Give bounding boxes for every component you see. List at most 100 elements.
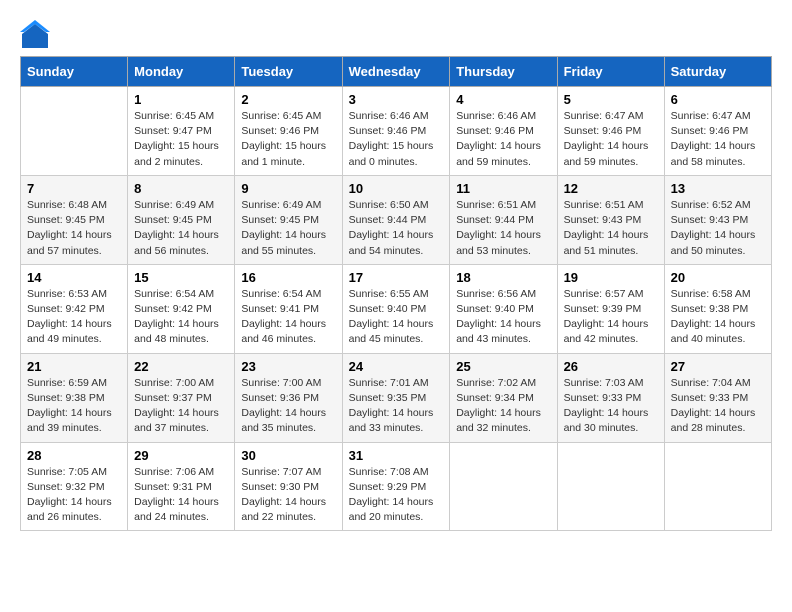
day-info: Sunrise: 6:55 AM Sunset: 9:40 PM Dayligh… [349, 287, 444, 348]
calendar-cell: 11 Sunrise: 6:51 AM Sunset: 9:44 PM Dayli… [450, 175, 557, 264]
calendar-table: SundayMondayTuesdayWednesdayThursdayFrid… [20, 56, 772, 531]
weekday-header-tuesday: Tuesday [235, 57, 342, 87]
calendar-cell: 30Sunrise: 7:07 AM Sunset: 9:30 PM Dayli… [235, 442, 342, 531]
calendar-cell: 3Sunrise: 6:46 AM Sunset: 9:46 PM Daylig… [342, 87, 450, 176]
calendar-cell: 24 Sunrise: 7:01 AM Sunset: 9:35 PM Dayli… [342, 353, 450, 442]
day-info: Sunrise: 7:00 AM Sunset: 9:36 PM Dayligh… [241, 376, 335, 437]
day-number: 1 [134, 92, 228, 107]
day-info: Sunrise: 6:52 AM Sunset: 9:43 PM Dayligh… [671, 198, 765, 259]
calendar-cell: 18Sunrise: 6:56 AM Sunset: 9:40 PM Dayli… [450, 264, 557, 353]
day-number: 31 [349, 448, 444, 463]
calendar-cell: 26 Sunrise: 7:03 AM Sunset: 9:33 PM Dayli… [557, 353, 664, 442]
day-number: 20 [671, 270, 765, 285]
day-number: 29 [134, 448, 228, 463]
day-number: 5 [564, 92, 658, 107]
calendar-cell [450, 442, 557, 531]
day-info: Sunrise: 7:05 AM Sunset: 9:32 PM Dayligh… [27, 465, 121, 526]
day-number: 30 [241, 448, 335, 463]
day-info: Sunrise: 6:58 AM Sunset: 9:38 PM Dayligh… [671, 287, 765, 348]
logo-icon [20, 20, 50, 50]
calendar-cell: 17 Sunrise: 6:55 AM Sunset: 9:40 PM Dayli… [342, 264, 450, 353]
day-info: Sunrise: 6:51 AM Sunset: 9:43 PM Dayligh… [564, 198, 658, 259]
calendar-cell: 6Sunrise: 6:47 AM Sunset: 9:46 PM Daylig… [664, 87, 771, 176]
calendar-cell: 27 Sunrise: 7:04 AM Sunset: 9:33 PM Dayli… [664, 353, 771, 442]
calendar-cell: 19 Sunrise: 6:57 AM Sunset: 9:39 PM Dayli… [557, 264, 664, 353]
day-number: 28 [27, 448, 121, 463]
day-info: Sunrise: 7:08 AM Sunset: 9:29 PM Dayligh… [349, 465, 444, 526]
week-row-1: 1 Sunrise: 6:45 AM Sunset: 9:47 PM Daylig… [21, 87, 772, 176]
calendar-cell: 23 Sunrise: 7:00 AM Sunset: 9:36 PM Dayli… [235, 353, 342, 442]
weekday-header-saturday: Saturday [664, 57, 771, 87]
day-number: 8 [134, 181, 228, 196]
day-number: 25 [456, 359, 550, 374]
calendar-cell: 16 Sunrise: 6:54 AM Sunset: 9:41 PM Dayli… [235, 264, 342, 353]
day-number: 12 [564, 181, 658, 196]
day-info: Sunrise: 6:49 AM Sunset: 9:45 PM Dayligh… [241, 198, 335, 259]
day-number: 21 [27, 359, 121, 374]
day-info: Sunrise: 6:46 AM Sunset: 9:46 PM Dayligh… [456, 109, 550, 170]
day-number: 2 [241, 92, 335, 107]
day-number: 9 [241, 181, 335, 196]
day-info: Sunrise: 6:54 AM Sunset: 9:42 PM Dayligh… [134, 287, 228, 348]
week-row-2: 7 Sunrise: 6:48 AM Sunset: 9:45 PM Daylig… [21, 175, 772, 264]
day-info: Sunrise: 7:01 AM Sunset: 9:35 PM Dayligh… [349, 376, 444, 437]
day-number: 15 [134, 270, 228, 285]
calendar-cell: 22Sunrise: 7:00 AM Sunset: 9:37 PM Dayli… [128, 353, 235, 442]
day-number: 7 [27, 181, 121, 196]
day-info: Sunrise: 6:54 AM Sunset: 9:41 PM Dayligh… [241, 287, 335, 348]
day-number: 13 [671, 181, 765, 196]
day-info: Sunrise: 7:06 AM Sunset: 9:31 PM Dayligh… [134, 465, 228, 526]
day-number: 19 [564, 270, 658, 285]
calendar-cell: 5 Sunrise: 6:47 AM Sunset: 9:46 PM Daylig… [557, 87, 664, 176]
day-number: 26 [564, 359, 658, 374]
page-header [20, 20, 772, 50]
weekday-header-wednesday: Wednesday [342, 57, 450, 87]
day-info: Sunrise: 6:50 AM Sunset: 9:44 PM Dayligh… [349, 198, 444, 259]
calendar-cell: 21 Sunrise: 6:59 AM Sunset: 9:38 PM Dayli… [21, 353, 128, 442]
day-info: Sunrise: 7:04 AM Sunset: 9:33 PM Dayligh… [671, 376, 765, 437]
day-info: Sunrise: 6:45 AM Sunset: 9:47 PM Dayligh… [134, 109, 228, 170]
calendar-cell: 2Sunrise: 6:45 AM Sunset: 9:46 PM Daylig… [235, 87, 342, 176]
weekday-header-row: SundayMondayTuesdayWednesdayThursdayFrid… [21, 57, 772, 87]
day-info: Sunrise: 7:02 AM Sunset: 9:34 PM Dayligh… [456, 376, 550, 437]
week-row-4: 21 Sunrise: 6:59 AM Sunset: 9:38 PM Dayli… [21, 353, 772, 442]
calendar-cell: 13 Sunrise: 6:52 AM Sunset: 9:43 PM Dayli… [664, 175, 771, 264]
calendar-cell: 12 Sunrise: 6:51 AM Sunset: 9:43 PM Dayli… [557, 175, 664, 264]
day-info: Sunrise: 6:53 AM Sunset: 9:42 PM Dayligh… [27, 287, 121, 348]
day-number: 10 [349, 181, 444, 196]
day-info: Sunrise: 6:47 AM Sunset: 9:46 PM Dayligh… [564, 109, 658, 170]
calendar-cell: 20 Sunrise: 6:58 AM Sunset: 9:38 PM Dayli… [664, 264, 771, 353]
week-row-3: 14 Sunrise: 6:53 AM Sunset: 9:42 PM Dayli… [21, 264, 772, 353]
calendar-cell: 9 Sunrise: 6:49 AM Sunset: 9:45 PM Daylig… [235, 175, 342, 264]
calendar-cell [664, 442, 771, 531]
calendar-cell: 10 Sunrise: 6:50 AM Sunset: 9:44 PM Dayli… [342, 175, 450, 264]
calendar-cell [21, 87, 128, 176]
day-number: 16 [241, 270, 335, 285]
calendar-cell [557, 442, 664, 531]
calendar-cell: 25 Sunrise: 7:02 AM Sunset: 9:34 PM Dayli… [450, 353, 557, 442]
day-number: 18 [456, 270, 550, 285]
calendar-cell: 31 Sunrise: 7:08 AM Sunset: 9:29 PM Dayli… [342, 442, 450, 531]
week-row-5: 28 Sunrise: 7:05 AM Sunset: 9:32 PM Dayli… [21, 442, 772, 531]
day-info: Sunrise: 6:57 AM Sunset: 9:39 PM Dayligh… [564, 287, 658, 348]
day-info: Sunrise: 7:03 AM Sunset: 9:33 PM Dayligh… [564, 376, 658, 437]
day-info: Sunrise: 6:48 AM Sunset: 9:45 PM Dayligh… [27, 198, 121, 259]
day-number: 11 [456, 181, 550, 196]
calendar-cell: 8Sunrise: 6:49 AM Sunset: 9:45 PM Daylig… [128, 175, 235, 264]
calendar-cell: 28 Sunrise: 7:05 AM Sunset: 9:32 PM Dayli… [21, 442, 128, 531]
day-number: 17 [349, 270, 444, 285]
calendar-cell: 14 Sunrise: 6:53 AM Sunset: 9:42 PM Dayli… [21, 264, 128, 353]
calendar-cell: 7 Sunrise: 6:48 AM Sunset: 9:45 PM Daylig… [21, 175, 128, 264]
day-info: Sunrise: 7:00 AM Sunset: 9:37 PM Dayligh… [134, 376, 228, 437]
weekday-header-friday: Friday [557, 57, 664, 87]
day-info: Sunrise: 6:51 AM Sunset: 9:44 PM Dayligh… [456, 198, 550, 259]
day-number: 24 [349, 359, 444, 374]
day-number: 27 [671, 359, 765, 374]
calendar-cell: 29 Sunrise: 7:06 AM Sunset: 9:31 PM Dayli… [128, 442, 235, 531]
day-number: 23 [241, 359, 335, 374]
logo [20, 20, 54, 50]
day-number: 3 [349, 92, 444, 107]
day-info: Sunrise: 6:59 AM Sunset: 9:38 PM Dayligh… [27, 376, 121, 437]
calendar-cell: 4Sunrise: 6:46 AM Sunset: 9:46 PM Daylig… [450, 87, 557, 176]
day-number: 14 [27, 270, 121, 285]
